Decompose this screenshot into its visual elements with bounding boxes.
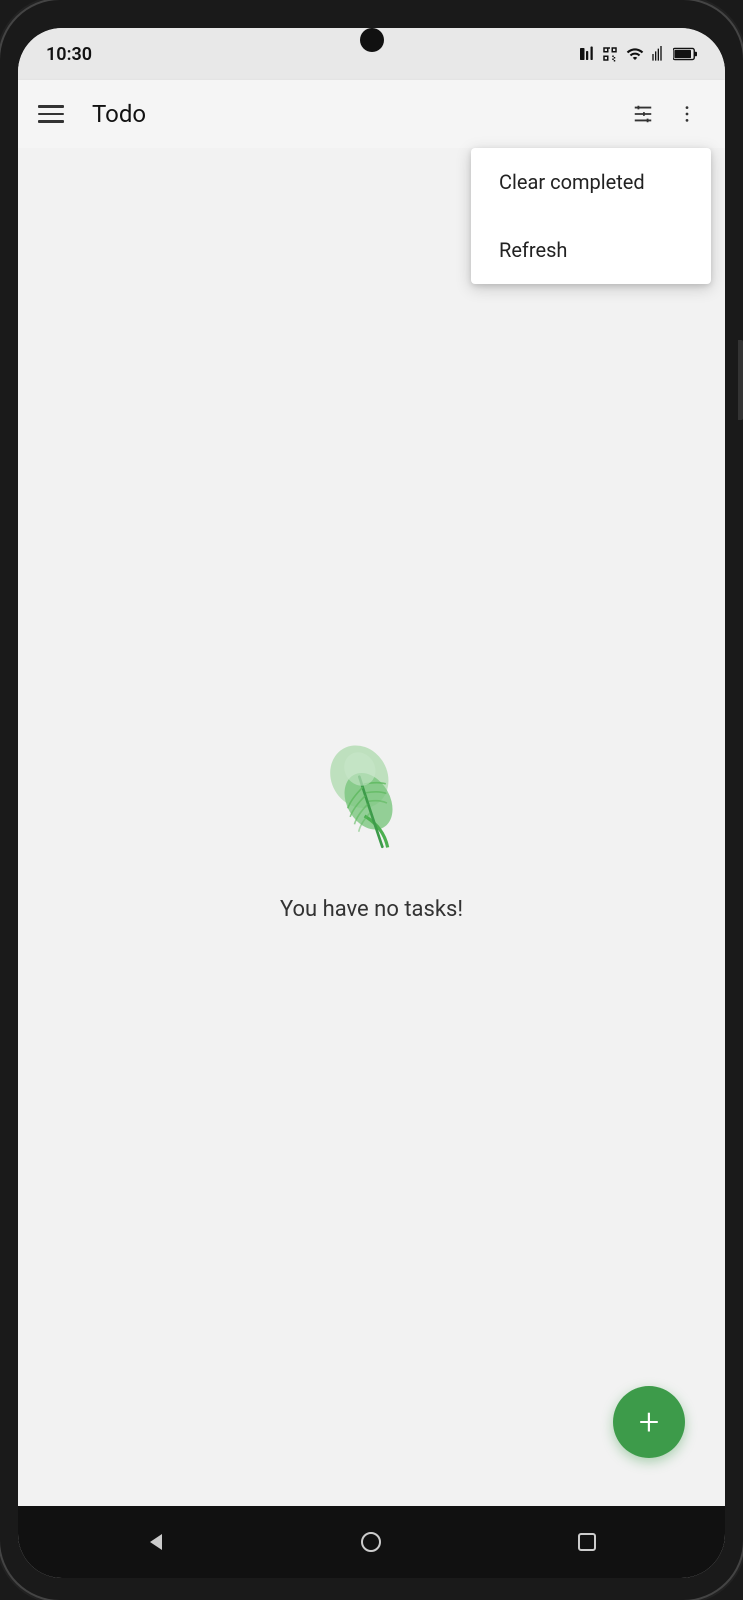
- side-indicator: [738, 340, 743, 420]
- phone-frame: 10:30 Todo: [0, 0, 743, 1600]
- empty-state: You have no tasks!: [280, 733, 463, 922]
- add-task-fab[interactable]: +: [613, 1386, 685, 1458]
- menu-line-1: [38, 105, 64, 108]
- signal-icon: [651, 45, 667, 63]
- more-options-button[interactable]: [669, 96, 705, 132]
- recents-icon: [575, 1530, 599, 1554]
- clear-completed-item[interactable]: Clear completed: [471, 148, 711, 216]
- home-icon: [359, 1530, 383, 1554]
- home-button[interactable]: [351, 1522, 391, 1562]
- hamburger-menu-button[interactable]: [38, 96, 74, 132]
- filter-icon: [632, 103, 654, 125]
- status-icons: [577, 45, 697, 63]
- qr-icon: [601, 45, 619, 63]
- filter-button[interactable]: [625, 96, 661, 132]
- empty-message: You have no tasks!: [280, 897, 463, 922]
- dropdown-overlay: Clear completed Refresh: [471, 148, 711, 284]
- wifi-icon: [625, 45, 645, 63]
- notification-icon: [577, 45, 595, 63]
- fab-plus-icon: +: [639, 1404, 659, 1440]
- menu-line-3: [38, 120, 64, 123]
- menu-line-2: [38, 113, 64, 116]
- app-bar: Todo: [18, 80, 725, 148]
- more-icon: [676, 103, 698, 125]
- nav-bar: [18, 1506, 725, 1578]
- feather-illustration: [302, 733, 442, 873]
- status-time: 10:30: [46, 44, 92, 65]
- back-button[interactable]: [136, 1522, 176, 1562]
- back-icon: [144, 1530, 168, 1554]
- dropdown-menu: Clear completed Refresh: [471, 148, 711, 284]
- phone-screen: 10:30 Todo: [18, 28, 725, 1578]
- main-content: You have no tasks! +: [18, 148, 725, 1506]
- recents-button[interactable]: [567, 1522, 607, 1562]
- camera-notch: [360, 28, 384, 52]
- app-title: Todo: [92, 100, 625, 128]
- battery-icon: [673, 45, 697, 63]
- refresh-item[interactable]: Refresh: [471, 216, 711, 284]
